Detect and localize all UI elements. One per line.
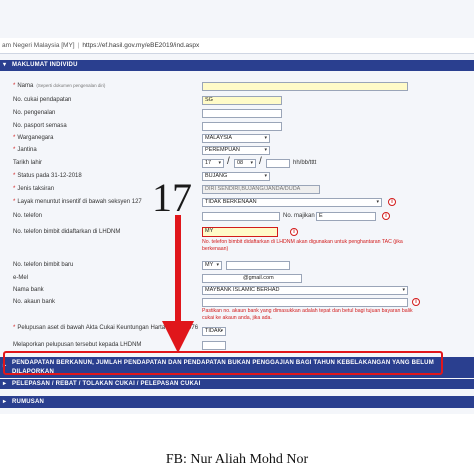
- bank-label: Nama bank: [13, 287, 44, 293]
- section-individu-header[interactable]: ▾ MAKLUMAT INDIVIDU: [0, 60, 474, 71]
- section-rumusan-title: RUMUSAN: [12, 399, 45, 405]
- email-label: e-Mel: [13, 275, 29, 281]
- chevron-down-icon: ▾: [250, 160, 253, 166]
- bimbit-note: No. telefon bimbit didaftarkan di LHDNM …: [202, 239, 403, 252]
- status-label: * Status pada 31-12-2018: [13, 173, 82, 179]
- individual-info-form: * Nama (Seperti dokumen pengenalan diri) N…: [0, 72, 474, 358]
- chevron-right-icon: ▸: [3, 381, 7, 387]
- bimbit-lhdnm-field[interactable]: MY: [202, 227, 278, 237]
- jantina-select[interactable]: PEREMPUAN ▾: [202, 146, 270, 155]
- warganegara-select[interactable]: MALAYSIA ▾: [202, 134, 270, 143]
- chevron-down-icon: ▾: [264, 173, 267, 179]
- date-hint: hh/bb/tttt: [293, 160, 317, 166]
- akaun-label: No. akaun bank: [13, 299, 56, 305]
- telefon-label: No. telefon: [13, 213, 43, 219]
- tarikh-month-select[interactable]: 08 ▾: [234, 159, 256, 168]
- info-icon[interactable]: i: [290, 228, 298, 236]
- akaun-field[interactable]: [202, 298, 408, 307]
- browser-url-bar[interactable]: am Negeri Malaysia [MY] | https://ef.hasil…: [0, 38, 474, 54]
- majikan-field[interactable]: E: [316, 212, 376, 221]
- chevron-down-icon: ▾: [402, 287, 405, 293]
- cukai-label: No. cukai pendapatan: [13, 97, 72, 103]
- bank-select[interactable]: MAYBANK ISLAMIC BERHAD ▾: [202, 286, 408, 295]
- pasport-field[interactable]: [202, 122, 282, 131]
- pengenalan-field[interactable]: [202, 109, 282, 118]
- telefon-field[interactable]: [202, 212, 280, 221]
- required-star: *: [13, 135, 16, 141]
- layak-select[interactable]: TIDAK BERKENAAN ▾: [202, 198, 382, 207]
- jantina-label: * Jantina: [13, 147, 37, 153]
- tarikh-year-field[interactable]: [266, 159, 290, 168]
- required-star: *: [13, 199, 16, 205]
- cukai-field[interactable]: SG: [202, 96, 282, 105]
- date-separator-2: /: [259, 156, 262, 167]
- chevron-down-icon: ▾: [220, 328, 223, 334]
- chevron-down-icon: ▾: [218, 160, 221, 166]
- melaporkan-field[interactable]: [202, 341, 226, 350]
- nama-label: * Nama (Seperti dokumen pengenalan diri): [13, 83, 106, 89]
- majikan-label: No. majikan: [283, 213, 315, 219]
- section-pelepasan-title: PELEPASAN / REBAT / TOLAKAN CUKAI / PELE…: [12, 381, 201, 387]
- chevron-down-icon: ▾: [3, 62, 7, 68]
- chevron-right-icon: ▸: [3, 399, 7, 405]
- chevron-down-icon: ▾: [264, 147, 267, 153]
- status-select[interactable]: BUJANG ▾: [202, 172, 270, 181]
- email-field[interactable]: @gmail.com: [202, 274, 302, 283]
- bimbit-baru-field[interactable]: [226, 261, 290, 270]
- required-star: *: [13, 173, 16, 179]
- section-individu-title: MAKLUMAT INDIVIDU: [12, 62, 78, 68]
- step-number: 17: [152, 175, 192, 220]
- highlight-box: [3, 351, 443, 375]
- down-arrow-icon: [162, 215, 194, 353]
- taksiran-select[interactable]: DIRI SENDIRI,BUJANG/JANDA/DUDA: [202, 185, 320, 194]
- info-icon[interactable]: i: [382, 212, 390, 220]
- info-icon[interactable]: i: [412, 298, 420, 306]
- warganegara-label: * Warganegara: [13, 135, 54, 141]
- section-pelepasan-header[interactable]: ▸ PELEPASAN / REBAT / TOLAKAN CUKAI / PE…: [0, 379, 474, 389]
- date-separator: /: [227, 156, 230, 167]
- pasport-label: No. pasport semasa: [13, 123, 67, 129]
- site-title: am Negeri Malaysia [MY]: [2, 42, 75, 49]
- tarikh-day-select[interactable]: 17 ▾: [202, 159, 224, 168]
- nama-field[interactable]: [202, 82, 408, 91]
- pengenalan-label: No. pengenalan: [13, 110, 56, 116]
- required-star: *: [13, 325, 16, 331]
- bimbit-baru-label: No. telefon bimbit baru: [13, 262, 74, 268]
- chevron-down-icon: ▾: [376, 199, 379, 205]
- nama-note: (Seperti dokumen pengenalan diri): [36, 83, 106, 88]
- section-rumusan-header[interactable]: ▸ RUMUSAN: [0, 396, 474, 408]
- required-star: *: [13, 147, 16, 153]
- required-star: *: [13, 83, 16, 89]
- akaun-note: Pastikan no. akaun bank yang dimasukkan …: [202, 308, 413, 321]
- melaporkan-label: Melaporkan pelupusan tersebut kepada LHD…: [13, 342, 142, 348]
- required-star: *: [13, 186, 16, 192]
- url-text[interactable]: https://ef.hasil.gov.my/eBE2019/ind.aspx: [82, 42, 199, 49]
- screenshot-area: am Negeri Malaysia [MY] | https://ef.hasil…: [0, 0, 474, 414]
- url-separator: |: [77, 42, 80, 49]
- info-icon[interactable]: i: [388, 198, 396, 206]
- layak-label: * Layak menuntut insentif di bawah seksye…: [13, 199, 142, 205]
- bimbit-baru-select[interactable]: MY ▾: [202, 261, 222, 270]
- section-gap: [0, 389, 474, 396]
- caption: FB: Nur Aliah Mohd Nor: [165, 452, 309, 467]
- pelupusan-select[interactable]: TIDAK ▾: [202, 327, 226, 336]
- tarikh-label: Tarikh lahir: [13, 160, 43, 166]
- bimbit-lhdnm-label: No. telefon bimbit didaftarkan di LHDNM: [13, 229, 121, 235]
- taksiran-label: * Jenis taksiran: [13, 186, 55, 192]
- chevron-down-icon: ▾: [264, 135, 267, 141]
- chevron-down-icon: ▾: [216, 262, 219, 268]
